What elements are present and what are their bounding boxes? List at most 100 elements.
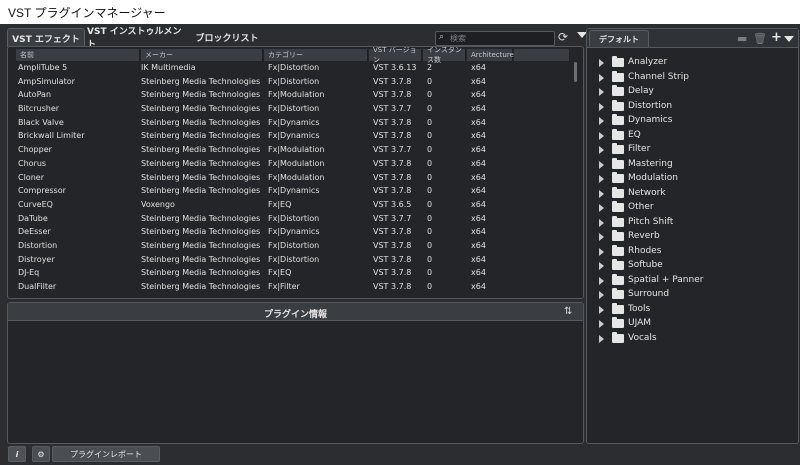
tab-label: デフォルト (599, 34, 639, 44)
column-architecture[interactable]: Architecture (467, 49, 514, 61)
folder-label: Pitch Shift (628, 216, 674, 227)
chevron-down-icon[interactable] (784, 36, 794, 42)
expand-arrow-icon[interactable] (599, 189, 604, 198)
window-title: VST プラグインマネージャー (8, 6, 166, 20)
table-row[interactable]: CurveEQ Voxengo Fx|EQ VST 3.6.5 0 x64 (16, 199, 576, 213)
table-cell: Distroyer (18, 254, 55, 264)
table-scrollbar[interactable] (574, 62, 577, 82)
plus-icon[interactable]: + (771, 30, 782, 45)
table-cell: VST 3.6.13 (373, 63, 417, 72)
table-row[interactable]: Chorus Steinberg Media Technologies Fx|Mod… (16, 158, 576, 172)
folder-label: Network (628, 187, 666, 198)
expand-arrow-icon[interactable] (599, 276, 604, 285)
column-spacer (514, 49, 570, 61)
info-icon: i (15, 449, 19, 459)
column-label: 名前 (20, 51, 34, 59)
table-row[interactable]: Chopper Steinberg Media Technologies Fx|Mo… (16, 144, 576, 158)
info-button[interactable]: i (8, 446, 26, 462)
table-cell: VST 3.7.7 (373, 213, 412, 223)
expand-arrow-icon[interactable] (599, 175, 604, 183)
table-row[interactable]: DJ-Eq Steinberg Media Technologies Fx|EQ VS… (16, 267, 576, 281)
table-cell: IK Multimedia (141, 63, 196, 72)
table-cell: DJ-Eq (18, 268, 40, 278)
folder-label: UJAM (628, 318, 652, 328)
table-cell: x64 (471, 227, 486, 237)
table-cell: AutoPan (18, 90, 52, 100)
folder-icon[interactable]: ▬ (737, 32, 747, 45)
table-row[interactable]: Distroyer Steinberg Media Technologies Fx|… (16, 254, 576, 268)
expand-arrow-icon[interactable] (599, 102, 604, 111)
table-row[interactable]: DaTube Steinberg Media Technologies Fx|Dis… (16, 213, 576, 227)
column-vendor[interactable]: メーカー (141, 49, 263, 61)
button-label: プラグインレポート (70, 449, 142, 459)
folder-icon (612, 143, 624, 154)
expand-arrow-icon[interactable] (599, 320, 604, 328)
tab-blocklist[interactable]: ブロックリスト (187, 28, 267, 46)
table-cell: CurveEQ (18, 199, 53, 209)
plugin-info-panel: プラグイン情報 ⇅ (7, 302, 584, 444)
table-row[interactable]: Distortion Steinberg Media Technologies Fx… (16, 240, 576, 254)
table-cell: VST 3.7.8 (373, 268, 412, 278)
refresh-icon[interactable]: ⟳ (558, 30, 568, 44)
tab-vst-effects[interactable]: VST エフェクト (7, 28, 85, 47)
table-cell: DeEsser (18, 227, 51, 237)
table-row[interactable]: Cloner Steinberg Media Technologies Fx|Mod… (16, 172, 576, 186)
expand-arrow-icon[interactable] (599, 117, 604, 125)
expand-arrow-icon[interactable] (599, 131, 604, 140)
table-row[interactable]: DeEsser Steinberg Media Technologies Fx|Dy… (16, 226, 576, 240)
table-cell: AmpSimulator (18, 76, 75, 86)
folder-icon (612, 302, 624, 314)
tab-default-collection[interactable]: デフォルト (589, 30, 649, 47)
tab-vst-instruments[interactable]: VST インストゥルメント (87, 27, 183, 50)
folder-icon (612, 56, 624, 67)
expand-arrow-icon[interactable] (599, 73, 604, 82)
table-cell: x64 (471, 63, 486, 72)
table-cell: Fx|Modulation (268, 145, 325, 155)
folder-icon (612, 157, 624, 169)
search-icon: ⌕ (439, 32, 445, 42)
table-cell: Steinberg Media Technologies (141, 254, 261, 264)
settings-button[interactable]: ⚙ (32, 446, 50, 462)
column-label: Architecture (471, 51, 514, 59)
table-cell: VST 3.7.8 (373, 172, 412, 182)
expand-arrow-icon[interactable] (599, 291, 604, 299)
table-row[interactable]: Black Valve Steinberg Media Technologies F… (16, 117, 576, 131)
expand-arrow-icon[interactable] (599, 233, 604, 241)
table-row[interactable]: AmpSimulator Steinberg Media Technologies… (16, 76, 576, 90)
table-cell: Steinberg Media Technologies (141, 268, 261, 278)
table-row[interactable]: AmpliTube 5 IK Multimedia Fx|Distortion VST… (16, 62, 576, 76)
expand-arrow-icon[interactable] (599, 262, 604, 270)
expand-arrow-icon[interactable] (599, 160, 604, 169)
plugin-report-button[interactable]: プラグインレポート (52, 446, 160, 462)
expand-arrow-icon[interactable] (599, 218, 604, 227)
table-cell: Fx|Distortion (268, 76, 320, 86)
sort-icon[interactable]: ⇅ (564, 306, 572, 317)
table-row[interactable]: Brickwall Limiter Steinberg Media Technol… (16, 130, 576, 144)
folder-label: EQ (628, 129, 641, 140)
search-input[interactable]: ⌕ 検索 (435, 31, 555, 46)
expand-arrow-icon[interactable] (599, 146, 604, 154)
column-vst-version[interactable]: VST バージョン (369, 47, 422, 64)
column-instances[interactable]: インスタンス数 (423, 47, 466, 64)
table-cell: 0 (427, 268, 433, 278)
expand-arrow-icon[interactable] (599, 305, 604, 314)
expand-arrow-icon[interactable] (599, 88, 604, 96)
trash-icon[interactable]: 🗑 (753, 32, 767, 45)
table-row[interactable]: Compressor Steinberg Media Technologies Fx… (16, 185, 576, 199)
table-row[interactable]: Bitcrusher Steinberg Media Technologies Fx… (16, 103, 576, 117)
table-row[interactable]: AutoPan Steinberg Media Technologies Fx|Mo… (16, 89, 576, 103)
table-cell: x64 (471, 131, 486, 141)
table-cell: 0 (427, 186, 433, 196)
table-cell: 0 (427, 254, 433, 264)
expand-arrow-icon[interactable] (599, 247, 604, 256)
column-name[interactable]: 名前 (16, 49, 140, 61)
folder-label: Channel Strip (628, 71, 689, 82)
expand-arrow-icon[interactable] (599, 59, 604, 67)
expand-arrow-icon[interactable] (599, 204, 604, 212)
expand-arrow-icon[interactable] (599, 334, 604, 343)
table-cell: x64 (471, 158, 486, 168)
table-cell: Fx|Modulation (268, 172, 325, 182)
column-category[interactable]: カテゴリー (264, 49, 368, 61)
table-row[interactable]: DualFilter Steinberg Media Technologies Fx… (16, 281, 576, 295)
table-cell: VST 3.7.7 (373, 104, 412, 114)
